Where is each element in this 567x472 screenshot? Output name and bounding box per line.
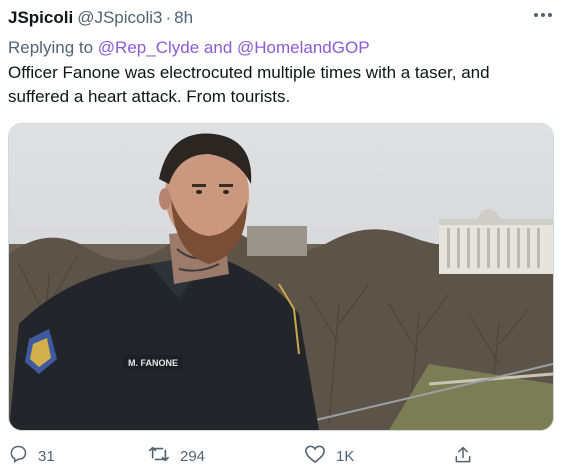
like-button[interactable]: 1K: [304, 444, 354, 468]
reply-and: and: [203, 38, 233, 57]
reply-icon: [8, 444, 38, 468]
tweet-photo[interactable]: M. FANONE: [8, 123, 554, 431]
mention-rep-clyde[interactable]: @Rep_Clyde: [98, 38, 199, 57]
replying-to: Replying to @Rep_Clyde and @HomelandGOP: [8, 38, 370, 58]
like-count: 1K: [336, 447, 355, 465]
share-icon: [453, 444, 483, 470]
retweet-button[interactable]: 294: [148, 444, 205, 468]
share-button[interactable]: [453, 444, 483, 470]
mention-homelandgop[interactable]: @HomelandGOP: [237, 38, 370, 57]
name-tag: M. FANONE: [128, 358, 178, 368]
tweet-header: JSpicoli @JSpicoli3 · 8h: [8, 7, 559, 29]
reply-button[interactable]: 31: [8, 444, 55, 468]
retweet-count: 294: [180, 447, 206, 465]
more-horizontal-icon[interactable]: [533, 6, 553, 18]
user-handle[interactable]: @JSpicoli3: [77, 8, 162, 28]
reply-count: 31: [38, 447, 55, 465]
retweet-icon: [148, 444, 180, 468]
display-name[interactable]: JSpicoli: [8, 8, 73, 28]
heart-icon: [304, 444, 336, 468]
reply-prefix: Replying to: [8, 38, 94, 57]
tweet-time[interactable]: 8h: [174, 8, 193, 28]
tweet-text: Officer Fanone was electrocuted multiple…: [8, 63, 490, 106]
separator: ·: [165, 8, 172, 27]
tweet-actions: 31 294 1K: [8, 444, 553, 468]
